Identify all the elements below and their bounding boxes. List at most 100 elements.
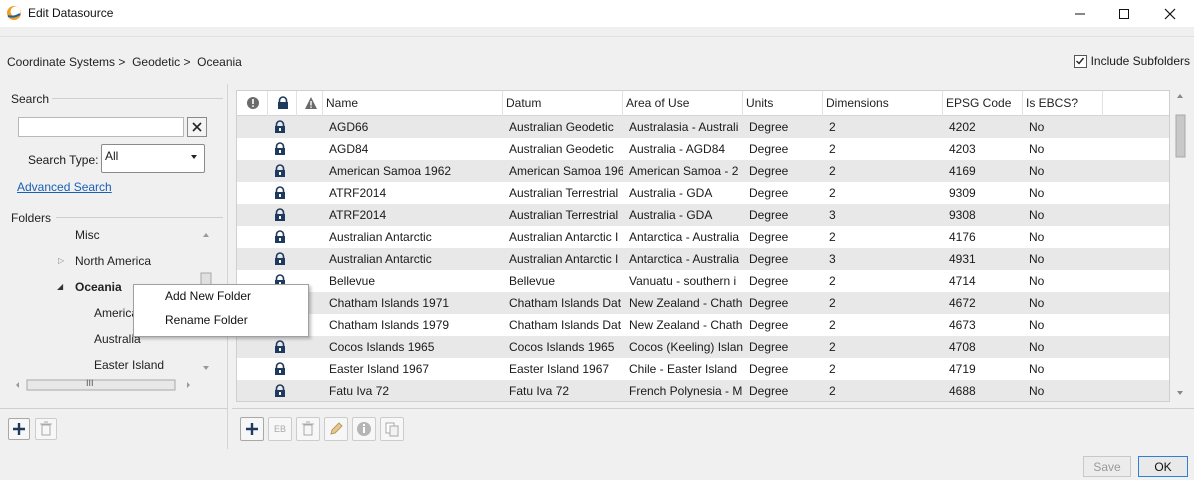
collapse-arrow-icon[interactable]: ◢ <box>57 282 63 291</box>
table-row[interactable]: ATRF2014 Australian Terrestrial Australia … <box>237 182 1169 204</box>
scroll-down-icon <box>203 366 209 370</box>
expand-arrow-icon[interactable]: ▷ <box>58 256 64 265</box>
cell-units: Degree <box>749 362 789 376</box>
delete-button[interactable] <box>296 417 320 441</box>
column-header-warning[interactable] <box>297 91 323 116</box>
lock-icon <box>275 164 285 177</box>
save-button[interactable]: Save <box>1083 456 1131 477</box>
table-row[interactable]: Chatham Islands 1971 Chatham Islands Dat N… <box>237 292 1169 314</box>
column-header-units[interactable]: Units <box>743 91 823 116</box>
tree-item-oceania[interactable]: Oceania <box>75 280 122 294</box>
search-type-label: Search Type: <box>28 153 99 167</box>
cell-units: Degree <box>749 230 789 244</box>
breadcrumb-item[interactable]: Coordinate Systems <box>7 55 115 69</box>
cell-units: Degree <box>749 318 789 332</box>
cell-dimensions: 3 <box>829 252 836 266</box>
table-row[interactable]: Fatu Iva 72 Fatu Iva 72 French Polynesia -… <box>237 380 1169 401</box>
minimize-button[interactable] <box>1057 0 1103 27</box>
table-row[interactable]: AGD66 Australian Geodetic Australasia - Au… <box>237 116 1169 138</box>
scroll-down-icon <box>1177 391 1183 395</box>
cell-epsg-code: 4714 <box>949 274 976 288</box>
cell-is-ebcs: No <box>1029 362 1045 376</box>
maximize-icon <box>1119 8 1129 19</box>
table-row[interactable]: American Samoa 1962 American Samoa 196 Ame… <box>237 160 1169 182</box>
cell-area-of-use: Antarctica - Australia <box>629 230 740 244</box>
grid-toolbar <box>232 408 1194 450</box>
scroll-thumb <box>26 379 176 391</box>
delete-folder-button[interactable] <box>35 418 57 440</box>
table-row[interactable]: ATRF2014 Australian Terrestrial Australia … <box>237 204 1169 226</box>
grid-vertical-scrollbar[interactable] <box>1172 90 1188 402</box>
table-row[interactable]: Chatham Islands 1979 Chatham Islands Dat N… <box>237 314 1169 336</box>
close-button[interactable] <box>1147 0 1193 27</box>
cell-units: Degree <box>749 252 789 266</box>
search-input[interactable] <box>18 117 184 137</box>
edit-button[interactable] <box>324 417 348 441</box>
folder-tree-horizontal-scrollbar[interactable] <box>10 378 196 392</box>
table-row[interactable]: Easter Island 1967 Easter Island 1967 Chil… <box>237 358 1169 380</box>
tree-item-america[interactable]: America <box>94 306 138 320</box>
cell-name: ATRF2014 <box>329 186 387 200</box>
breadcrumb-item[interactable]: Geodetic <box>132 55 180 69</box>
column-header-dimensions[interactable]: Dimensions <box>823 91 943 116</box>
cell-datum: Fatu Iva 72 <box>509 384 570 398</box>
lock-icon <box>275 340 285 353</box>
advanced-search-link[interactable]: Advanced Search <box>17 180 112 194</box>
copy-button[interactable] <box>380 417 404 441</box>
cell-datum: Cocos Islands 1965 <box>509 340 615 354</box>
cell-datum: Australian Antarctic I <box>509 252 619 266</box>
cell-dimensions: 2 <box>829 296 836 310</box>
include-subfolders-checkbox[interactable]: Include Subfolders <box>1073 54 1190 68</box>
cell-area-of-use: New Zealand - Chath <box>629 318 743 332</box>
scroll-thumb <box>1175 114 1186 158</box>
column-header-name[interactable]: Name <box>323 91 503 116</box>
table-row[interactable]: Australian Antarctic Australian Antarctic… <box>237 226 1169 248</box>
eb-icon: EB <box>273 424 286 434</box>
cell-name: Chatham Islands 1971 <box>329 296 450 310</box>
tree-item-easter-island[interactable]: Easter Island <box>94 358 164 372</box>
column-header-epsg-code[interactable]: EPSG Code <box>943 91 1023 116</box>
cell-is-ebcs: No <box>1029 296 1045 310</box>
cell-dimensions: 2 <box>829 384 836 398</box>
column-header-datum[interactable]: Datum <box>503 91 623 116</box>
add-coordinate-system-button[interactable] <box>240 417 264 441</box>
add-icon <box>13 423 25 435</box>
cell-is-ebcs: No <box>1029 208 1045 222</box>
table-row[interactable]: AGD84 Australian Geodetic Australia - AGD8… <box>237 138 1169 160</box>
column-header-lock[interactable] <box>268 91 297 116</box>
column-header-area-of-use[interactable]: Area of Use <box>623 91 743 116</box>
title-bar <box>0 0 1194 27</box>
scroll-up-icon <box>1177 94 1183 98</box>
cell-name: AGD84 <box>329 142 369 156</box>
eb-button[interactable]: EB <box>268 417 292 441</box>
include-subfolders-label: Include Subfolders <box>1090 54 1190 68</box>
scroll-thumb-grip: III <box>86 378 94 388</box>
breadcrumb-item[interactable]: Oceania <box>197 55 242 69</box>
cell-area-of-use: Australia - GDA <box>629 208 713 222</box>
table-row[interactable]: Bellevue Bellevue Vanuatu - southern i Degr… <box>237 270 1169 292</box>
cell-epsg-code: 4672 <box>949 296 976 310</box>
lock-icon <box>275 384 285 397</box>
maximize-button[interactable] <box>1101 0 1147 27</box>
column-header-info[interactable] <box>237 91 268 116</box>
add-new-folder-menu-item[interactable]: Add New Folder <box>165 289 251 303</box>
column-header-is-ebcs[interactable]: Is EBCS? <box>1023 91 1103 116</box>
clear-search-button[interactable] <box>187 117 207 137</box>
add-folder-button[interactable] <box>8 418 30 440</box>
rename-folder-menu-item[interactable]: Rename Folder <box>165 313 248 327</box>
cell-name: American Samoa 1962 <box>329 164 452 178</box>
info-button[interactable] <box>352 417 376 441</box>
cell-is-ebcs: No <box>1029 252 1045 266</box>
ok-button[interactable]: OK <box>1138 456 1188 477</box>
checkbox[interactable] <box>1073 54 1087 68</box>
table-row[interactable]: Cocos Islands 1965 Cocos Islands 1965 Coco… <box>237 336 1169 358</box>
coordinate-systems-grid: Name Datum Area of Use Units Dimensions … <box>236 90 1170 402</box>
scroll-up-icon <box>203 233 209 237</box>
cell-epsg-code: 4719 <box>949 362 976 376</box>
table-row[interactable]: Australian Antarctic Australian Antarctic… <box>237 248 1169 270</box>
tree-item-misc[interactable]: Misc <box>75 228 100 242</box>
cell-epsg-code: 4203 <box>949 142 976 156</box>
tree-item-north-america[interactable]: North America <box>75 254 151 268</box>
cell-dimensions: 2 <box>829 340 836 354</box>
window-title: Edit Datasource <box>28 6 114 20</box>
